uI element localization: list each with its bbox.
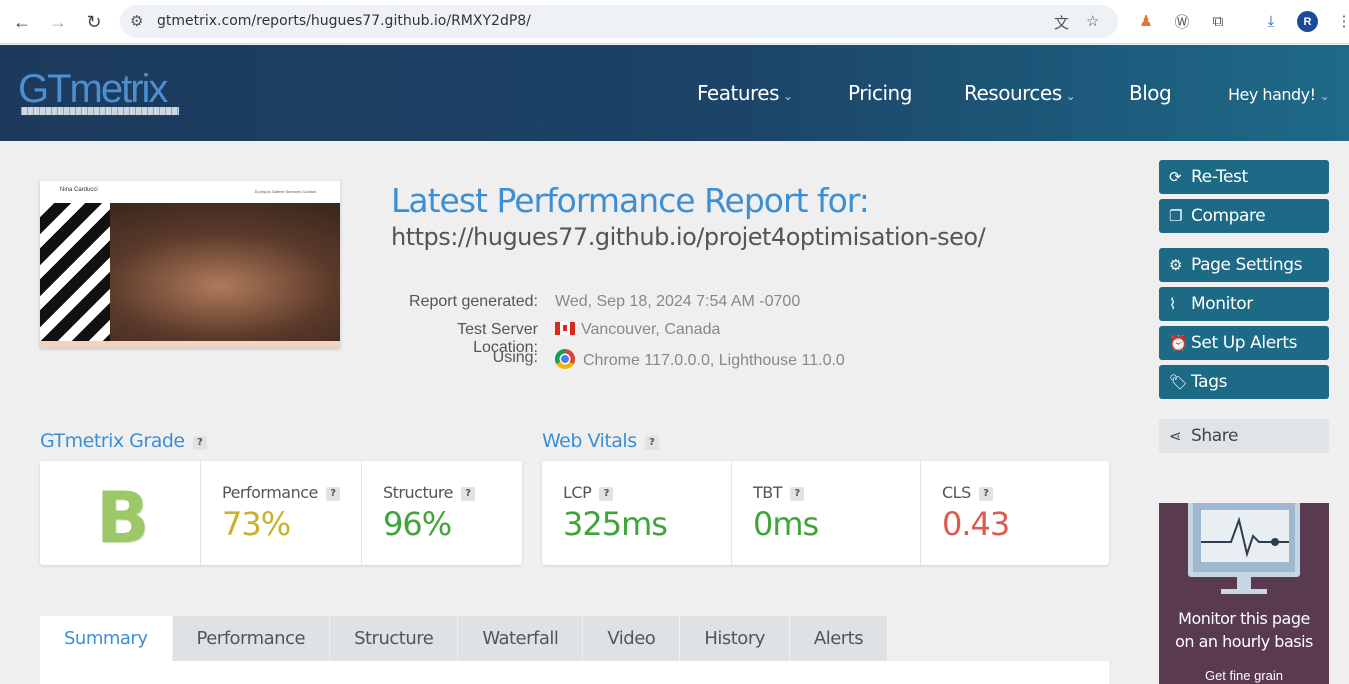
thumbnail-stripes	[40, 203, 110, 341]
lcp-label: LCP?	[563, 483, 614, 502]
chevron-down-icon: ⌄	[783, 89, 793, 103]
gear-icon: ⚙	[1169, 256, 1183, 274]
tab-performance[interactable]: Performance	[172, 616, 330, 661]
tab-waterfall[interactable]: Waterfall	[458, 616, 583, 661]
structure-metric: Structure? 96%	[361, 461, 522, 565]
monitor-promo[interactable]: Monitor this page on an hourly basis Get …	[1159, 503, 1329, 684]
tab-history[interactable]: History	[680, 616, 789, 661]
lcp-value: 325ms	[563, 505, 668, 543]
help-icon[interactable]: ?	[325, 487, 340, 501]
grade-letter: B	[96, 477, 150, 559]
meta-label-using: Using:	[492, 349, 538, 366]
chevron-down-icon: ⌄	[1319, 89, 1330, 103]
tab-summary[interactable]: Summary	[40, 616, 172, 661]
monitor-button[interactable]: ⌇ Monitor	[1159, 287, 1329, 321]
nav-resources[interactable]: Resources ⌄	[964, 81, 1076, 105]
chevron-down-icon: ⌄	[1065, 89, 1076, 103]
grade-card: B Performance? 73% Structure? 96%	[40, 461, 522, 565]
download-icon[interactable]: ⤓	[1260, 10, 1282, 32]
site-info-icon[interactable]: ⚙	[130, 12, 143, 30]
help-icon[interactable]: ?	[644, 436, 659, 450]
tab-structure[interactable]: Structure	[330, 616, 458, 661]
thumbnail-nav: À propos Galerie Services Contact	[254, 189, 316, 194]
nav-blog[interactable]: Blog	[1129, 81, 1172, 105]
heartbeat-icon	[1201, 516, 1289, 558]
translate-icon[interactable]: 文	[1054, 12, 1069, 33]
bookmark-star-icon[interactable]: ☆	[1086, 12, 1099, 30]
page-settings-button[interactable]: ⚙ Page Settings	[1159, 248, 1329, 282]
compare-button[interactable]: ❐ Compare	[1159, 199, 1329, 233]
extension-w-icon[interactable]: Ⓦ	[1171, 10, 1193, 32]
forward-icon[interactable]: →	[44, 8, 72, 36]
cls-value: 0.43	[942, 505, 1010, 543]
help-icon[interactable]: ?	[978, 487, 993, 501]
promo-text: Monitor this page on an hourly basis	[1175, 609, 1313, 651]
canada-flag-icon	[555, 322, 575, 335]
site-header: GTmetrix Features ⌄ Pricing Resources ⌄ Bl…	[0, 45, 1349, 141]
gtmetrix-logo[interactable]: GTmetrix	[18, 67, 168, 112]
meta-value-location: Vancouver, Canada	[555, 321, 720, 339]
structure-value: 96%	[383, 505, 452, 543]
cls-label: CLS?	[942, 483, 993, 502]
profile-avatar[interactable]: R	[1297, 11, 1318, 32]
tbt-value: 0ms	[753, 505, 819, 543]
puzzle-icon[interactable]: ⧉	[1207, 10, 1229, 32]
page-screenshot-thumbnail[interactable]: Nina Carducci À propos Galerie Services …	[40, 181, 340, 348]
help-icon[interactable]: ?	[192, 436, 207, 450]
share-icon: ⋖	[1169, 427, 1182, 445]
share-button[interactable]: ⋖ Share	[1159, 419, 1329, 453]
meta-value-generated: Wed, Sep 18, 2024 7:54 AM -0700	[555, 293, 801, 310]
structure-label: Structure?	[383, 483, 475, 502]
pulse-icon: ⌇	[1169, 295, 1176, 313]
tbt-label: TBT?	[753, 483, 805, 502]
report-tabs: Summary Performance Structure Waterfall …	[40, 616, 888, 661]
web-vitals-card: LCP? 325ms TBT? 0ms CLS? 0.43	[542, 461, 1109, 565]
reload-icon[interactable]: ↻	[80, 8, 108, 36]
logo-ruler	[21, 107, 179, 115]
tag-icon: 🏷	[1169, 373, 1188, 391]
cls-metric: CLS? 0.43	[920, 461, 1109, 565]
extension-icon[interactable]: ♟	[1135, 10, 1157, 32]
refresh-icon: ⟳	[1169, 168, 1182, 186]
set-up-alerts-button[interactable]: ⏰ Set Up Alerts	[1159, 326, 1329, 360]
tags-button[interactable]: 🏷 Tags	[1159, 365, 1329, 399]
alarm-icon: ⏰	[1169, 334, 1188, 352]
menu-kebab-icon[interactable]: ⋮	[1333, 10, 1349, 32]
help-icon[interactable]: ?	[460, 487, 475, 501]
address-bar[interactable]: ⚙ gtmetrix.com/reports/hugues77.github.i…	[120, 5, 1118, 38]
lcp-metric: LCP? 325ms	[542, 461, 731, 565]
meta-label-generated: Report generated:	[409, 293, 538, 310]
performance-value: 73%	[222, 505, 291, 543]
report-url: https://hugues77.github.io/projet4optimi…	[391, 223, 986, 251]
compare-icon: ❐	[1169, 207, 1183, 225]
meta-value-using: Chrome 117.0.0.0, Lighthouse 11.0.0	[555, 349, 845, 370]
url-text: gtmetrix.com/reports/hugues77.github.io/…	[157, 13, 531, 29]
tbt-metric: TBT? 0ms	[731, 461, 920, 565]
grade-title: GTmetrix Grade?	[40, 430, 207, 452]
retest-button[interactable]: ⟳ Re-Test	[1159, 160, 1329, 194]
web-vitals-title: Web Vitals?	[542, 430, 659, 452]
performance-label: Performance?	[222, 483, 340, 502]
browser-toolbar: ← → ↻ ⚙ gtmetrix.com/reports/hugues77.gi…	[0, 0, 1349, 44]
chrome-icon	[555, 349, 575, 369]
nav-user-menu[interactable]: Hey handy! ⌄	[1228, 85, 1330, 104]
thumbnail-footer-bar	[40, 341, 340, 348]
nav-features[interactable]: Features ⌄	[697, 81, 793, 105]
tab-panel	[40, 661, 1109, 684]
back-icon[interactable]: ←	[8, 8, 36, 36]
performance-metric: Performance? 73%	[200, 461, 361, 565]
report-title: Latest Performance Report for:	[391, 181, 870, 220]
nav-pricing[interactable]: Pricing	[848, 81, 912, 105]
tab-video[interactable]: Video	[583, 616, 680, 661]
help-icon[interactable]: ?	[599, 487, 614, 501]
tab-alerts[interactable]: Alerts	[789, 616, 888, 661]
promo-subtext: Get fine grain	[1204, 668, 1284, 683]
help-icon[interactable]: ?	[790, 487, 805, 501]
monitor-illustration-icon	[1188, 503, 1300, 577]
